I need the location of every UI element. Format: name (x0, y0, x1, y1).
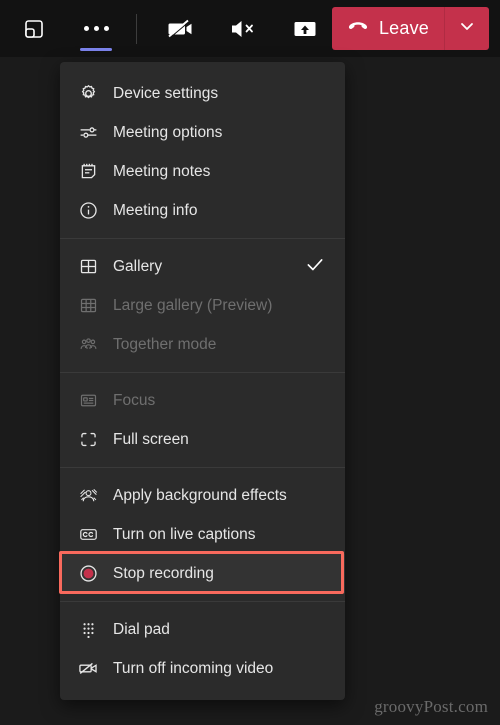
menu-item-label: Full screen (113, 430, 189, 448)
menu-divider (60, 238, 345, 239)
background-effects-icon (78, 485, 104, 506)
menu-item-label: Dial pad (113, 620, 170, 638)
share-screen-icon (290, 14, 320, 44)
leave-button-group: Leave (331, 7, 489, 50)
checkmark-icon (305, 254, 325, 279)
speaker-button[interactable] (221, 7, 265, 51)
menu-item-turn-on-live-captions[interactable]: Turn on live captions (60, 515, 345, 554)
menu-item-apply-background-effects[interactable]: Apply background effects (60, 476, 345, 515)
incoming-video-off-icon (78, 658, 104, 679)
gear-icon (78, 83, 104, 104)
dial-pad-icon (78, 619, 104, 640)
large-gallery-icon (78, 295, 104, 316)
menu-section: Gallery Large gallery (Preview) Together… (60, 243, 345, 368)
leave-dropdown-button[interactable] (444, 7, 489, 50)
menu-item-meeting-notes[interactable]: Meeting notes (60, 152, 345, 191)
menu-item-turn-off-incoming-video[interactable]: Turn off incoming video (60, 649, 345, 688)
leave-label: Leave (378, 18, 429, 38)
menu-item-label: Meeting info (113, 201, 198, 219)
menu-item-device-settings[interactable]: Device settings (60, 74, 345, 113)
menu-item-full-screen[interactable]: Full screen (60, 420, 345, 459)
menu-item-label: Device settings (113, 84, 219, 102)
record-icon (78, 563, 104, 584)
meeting-toolbar: Leave (0, 0, 500, 57)
toolbar-divider (136, 13, 137, 44)
menu-item-large-gallery: Large gallery (Preview) (60, 286, 345, 325)
menu-item-focus: Focus (60, 381, 345, 420)
full-screen-icon (78, 429, 104, 450)
menu-item-label: Turn on live captions (113, 525, 256, 543)
menu-item-meeting-info[interactable]: Meeting info (60, 191, 345, 230)
more-actions-button[interactable] (74, 7, 118, 51)
chevron-down-icon (457, 16, 477, 41)
more-actions-menu: Device settings Meeting options Meeting … (59, 62, 345, 700)
menu-item-label: Large gallery (Preview) (113, 296, 273, 314)
menu-section: Device settings Meeting options Meeting … (60, 70, 345, 234)
gallery-icon (78, 256, 104, 277)
menu-section: Apply background effects Turn on live ca… (59, 472, 345, 597)
menu-section: Focus Full screen (60, 377, 345, 463)
menu-item-label: Apply background effects (113, 486, 287, 504)
menu-item-label: Gallery (113, 257, 163, 275)
menu-item-label: Focus (113, 391, 156, 409)
menu-divider (60, 372, 345, 373)
menu-item-label: Meeting notes (113, 162, 211, 180)
together-mode-icon (78, 334, 104, 355)
popout-icon (22, 17, 46, 41)
menu-divider (60, 601, 345, 602)
menu-item-dial-pad[interactable]: Dial pad (60, 610, 345, 649)
hangup-icon (346, 14, 370, 43)
menu-item-stop-recording[interactable]: Stop recording (59, 551, 345, 594)
menu-divider (60, 467, 345, 468)
speaker-mute-icon (228, 14, 258, 44)
camera-off-icon (166, 14, 196, 44)
camera-button[interactable] (159, 7, 203, 51)
menu-item-label: Turn off incoming video (113, 659, 274, 677)
menu-item-gallery[interactable]: Gallery (60, 247, 345, 286)
share-button[interactable] (283, 7, 327, 51)
menu-item-together-mode: Together mode (60, 325, 345, 364)
focus-icon (78, 390, 104, 411)
active-indicator (80, 47, 112, 51)
menu-item-label: Stop recording (113, 564, 214, 582)
popout-button[interactable] (12, 7, 56, 51)
menu-item-label: Together mode (113, 335, 217, 353)
info-icon (78, 200, 104, 221)
menu-section: Dial pad Turn off incoming video (60, 606, 345, 692)
menu-item-label: Meeting options (113, 123, 223, 141)
leave-button[interactable]: Leave (331, 7, 444, 50)
closed-captions-icon (78, 524, 104, 545)
more-horizontal-icon (83, 7, 109, 51)
menu-item-meeting-options[interactable]: Meeting options (60, 113, 345, 152)
watermark: groovyPost.com (374, 697, 488, 716)
notes-icon (78, 161, 104, 182)
sliders-icon (78, 122, 104, 143)
